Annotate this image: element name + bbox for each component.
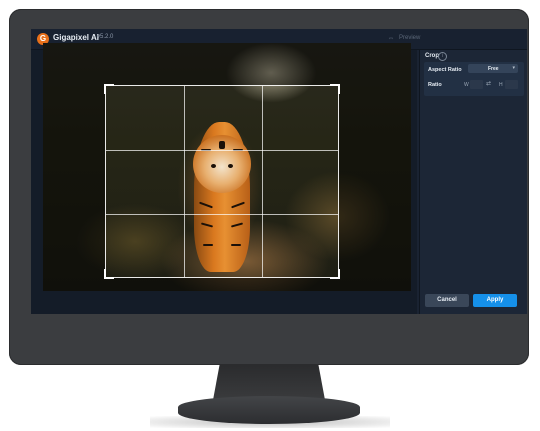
crop-grid-line (106, 150, 338, 151)
crop-grid-line (184, 86, 185, 277)
crop-handle-bottom-left[interactable] (104, 269, 114, 279)
monitor-bezel: G Gigapixel AI v5.2.0 ⇔ Preview Crop i A… (9, 9, 529, 365)
crop-settings: Aspect Ratio Free ▾ Ratio W ⇄ H (424, 62, 524, 96)
apply-button[interactable]: Apply (473, 294, 517, 307)
crop-handle-top-left[interactable] (104, 84, 114, 94)
crop-mask-left (43, 85, 105, 278)
width-input[interactable] (470, 80, 483, 89)
monitor-base (178, 396, 360, 424)
app-version: v5.2.0 (97, 34, 114, 40)
crop-mask-right (339, 85, 411, 278)
aspect-ratio-value: Free (488, 65, 499, 72)
height-input[interactable] (505, 80, 518, 89)
chevron-down-icon: ▾ (512, 65, 515, 71)
app-title: Gigapixel AI (53, 33, 99, 42)
crop-handle-bottom-right[interactable] (330, 269, 340, 279)
crop-grid-line (106, 214, 338, 215)
app-window: G Gigapixel AI v5.2.0 ⇔ Preview Crop i A… (31, 29, 527, 314)
ratio-label: Ratio (428, 82, 442, 88)
crop-handle-top-right[interactable] (330, 84, 340, 94)
crop-grid-line (262, 86, 263, 277)
crop-mask-bottom (43, 278, 411, 291)
cancel-button[interactable]: Cancel (425, 294, 469, 307)
aspect-ratio-select[interactable]: Free ▾ (468, 64, 518, 73)
crop-mask-top (43, 43, 411, 85)
swap-ratio-icon[interactable]: ⇄ (486, 80, 491, 87)
width-prefix: W (464, 82, 469, 88)
info-icon[interactable]: i (438, 52, 447, 61)
panel-title: Crop (425, 53, 439, 59)
crop-panel: Crop i Aspect Ratio Free ▾ Ratio W ⇄ H C… (419, 50, 527, 314)
preview-button[interactable]: Preview (399, 35, 420, 41)
crop-box[interactable] (104, 84, 340, 279)
aspect-ratio-label: Aspect Ratio (428, 67, 462, 73)
monitor-neck (213, 364, 325, 400)
height-prefix: H (499, 82, 503, 88)
